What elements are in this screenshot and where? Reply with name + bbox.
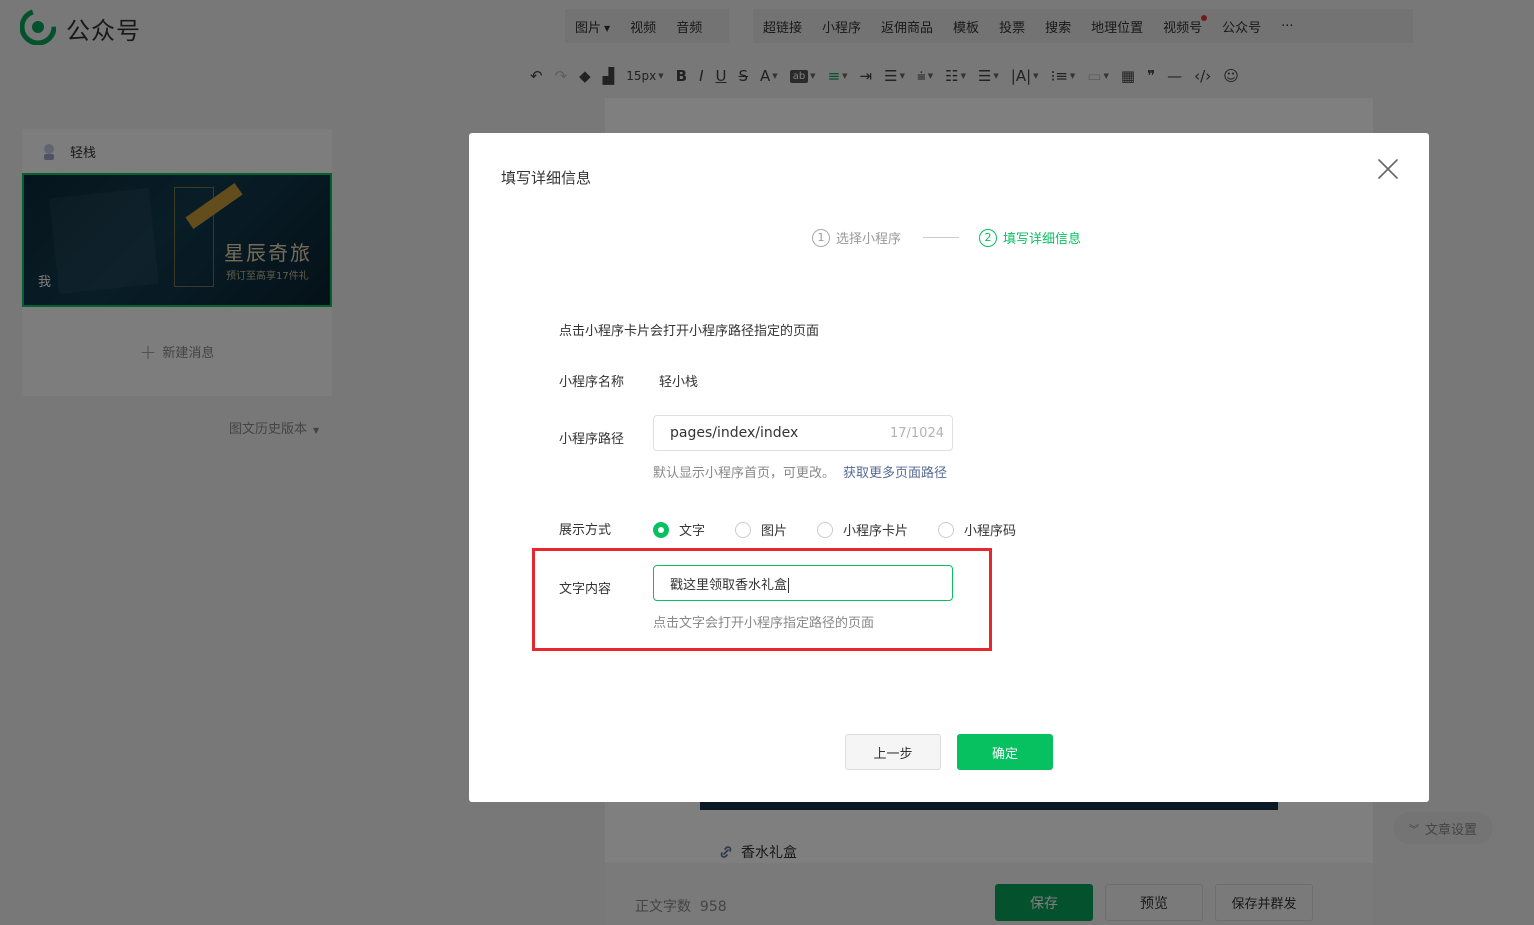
display-mode-radio-group: 文字 图片 小程序卡片 小程序码: [653, 520, 1046, 539]
path-char-count: 17/1024: [889, 425, 944, 441]
highlight-box: [532, 548, 992, 651]
display-mode-label: 展示方式: [559, 523, 612, 538]
step-fill-details: 2 填写详细信息: [979, 228, 1081, 247]
more-paths-link[interactable]: 获取更多页面路径: [843, 466, 947, 481]
step-select-miniprogram: 1 选择小程序: [812, 228, 901, 247]
card-hint: 点击小程序卡片会打开小程序路径指定的页面: [559, 324, 820, 339]
radio-text[interactable]: 文字: [653, 520, 705, 539]
miniprogram-path-label: 小程序路径: [559, 432, 625, 447]
radio-image[interactable]: 图片: [735, 520, 787, 539]
confirm-button[interactable]: 确定: [957, 734, 1053, 770]
close-icon[interactable]: [1376, 157, 1400, 181]
step-divider: [923, 237, 960, 238]
miniprogram-name-value: 轻小栈: [659, 375, 699, 390]
miniprogram-path-input[interactable]: pages/index/index 17/1024: [653, 415, 953, 451]
previous-step-button[interactable]: 上一步: [845, 734, 941, 770]
radio-card[interactable]: 小程序卡片: [817, 520, 908, 539]
miniprogram-name-label: 小程序名称: [559, 375, 625, 390]
step-indicator: 1 选择小程序 2 填写详细信息: [812, 228, 1081, 247]
radio-qrcode[interactable]: 小程序码: [938, 520, 1016, 539]
path-tip: 默认显示小程序首页，可更改。 获取更多页面路径: [653, 466, 948, 481]
miniprogram-detail-dialog: 填写详细信息 1 选择小程序 2 填写详细信息 点击小程序卡片会打开小程序路径指定的…: [469, 133, 1429, 802]
dialog-title: 填写详细信息: [501, 169, 592, 187]
